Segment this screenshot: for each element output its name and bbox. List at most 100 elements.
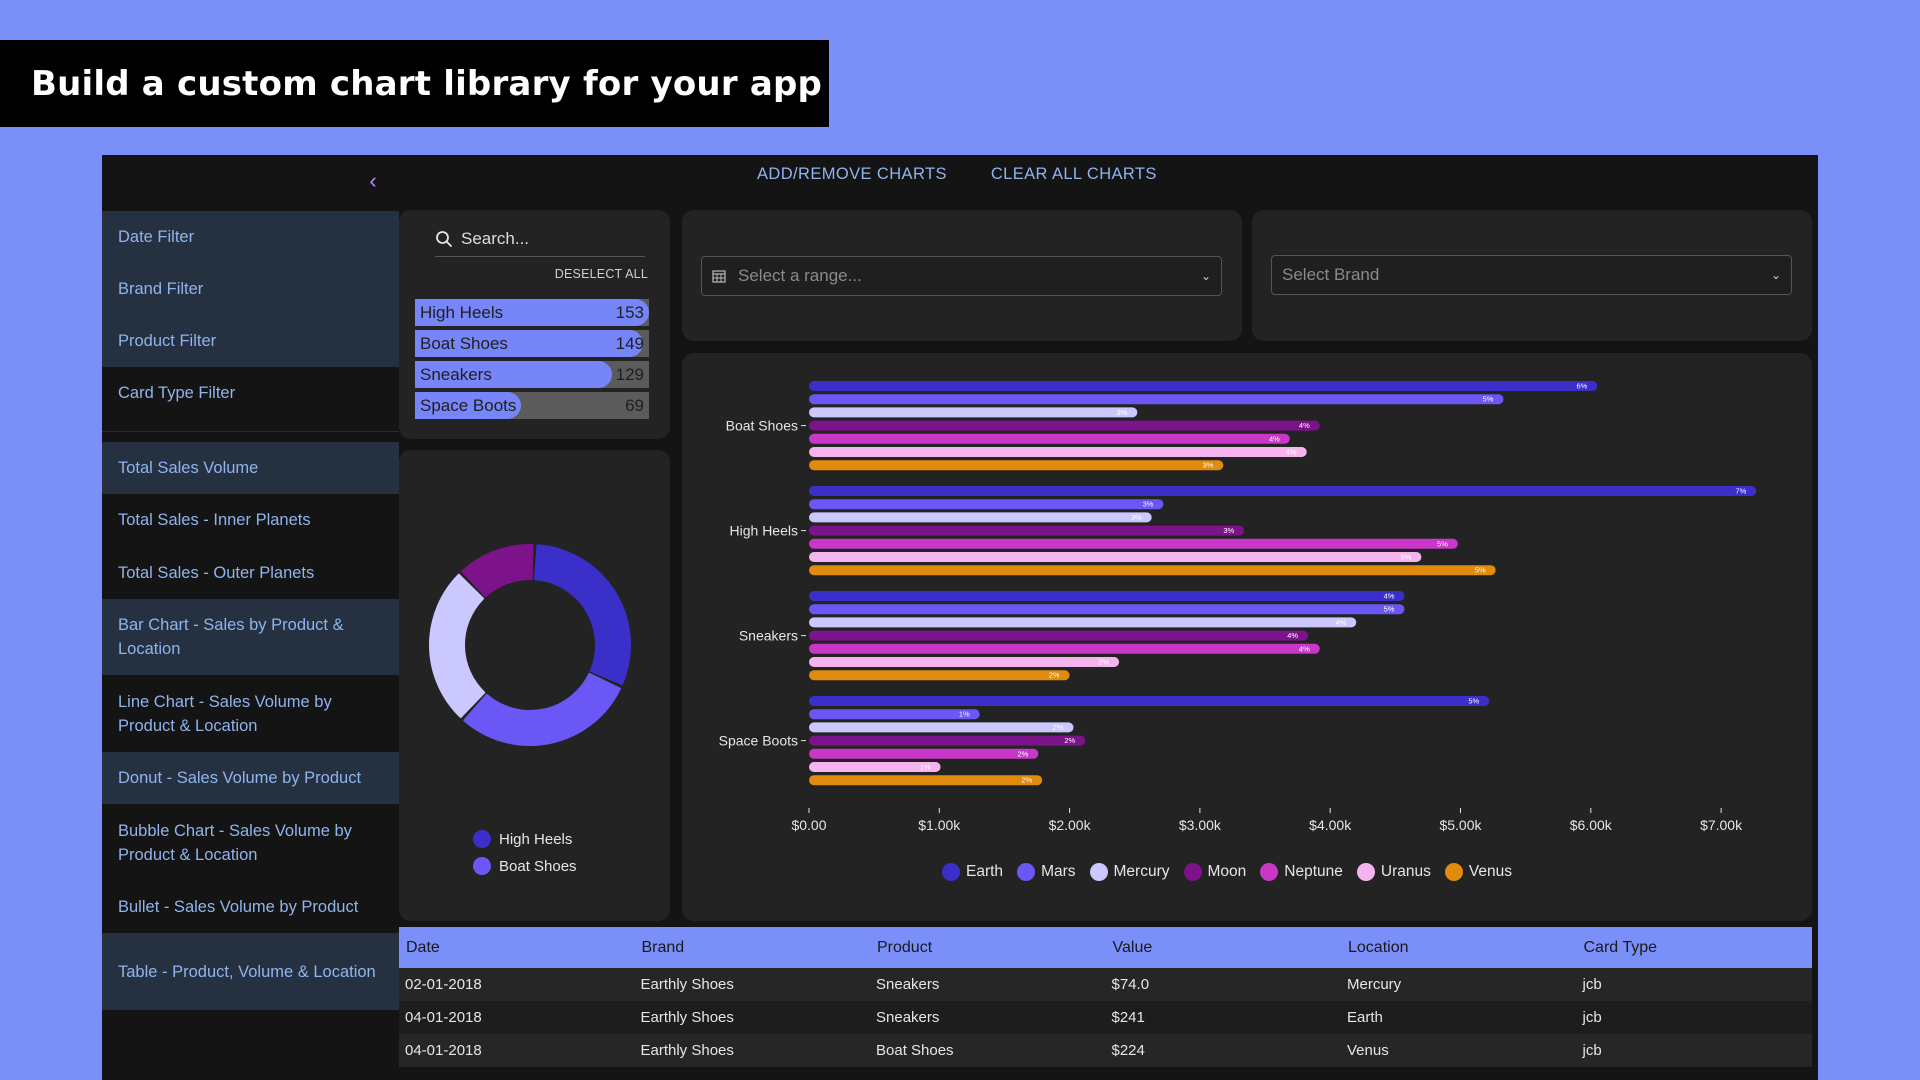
donut-chart bbox=[429, 544, 631, 746]
bar[interactable] bbox=[809, 486, 1757, 496]
bar[interactable] bbox=[809, 447, 1307, 457]
bar[interactable] bbox=[809, 748, 1039, 759]
bar[interactable] bbox=[809, 775, 1043, 786]
product-filter-item[interactable]: Space Boots 69 bbox=[415, 392, 649, 419]
sidebar-item-brand-filter[interactable]: Brand Filter bbox=[102, 263, 399, 315]
donut-segment[interactable] bbox=[533, 544, 631, 686]
legend-label: Earth bbox=[966, 863, 1004, 880]
sidebar-item-card-type-filter[interactable]: Card Type Filter bbox=[102, 367, 399, 419]
sidebar-item-date-filter[interactable]: Date Filter bbox=[102, 211, 399, 263]
bar-value-label: 4% bbox=[1286, 448, 1297, 457]
legend-item[interactable]: Moon bbox=[1183, 863, 1246, 881]
bar[interactable] bbox=[809, 735, 1086, 746]
table-cell: $241 bbox=[1111, 1009, 1145, 1026]
legend-item[interactable]: Mercury bbox=[1089, 863, 1170, 881]
donut-segment[interactable] bbox=[429, 573, 486, 719]
bar[interactable] bbox=[809, 657, 1120, 667]
sidebar-item-total-sales-inner[interactable]: Total Sales - Inner Planets bbox=[102, 494, 399, 546]
date-range-select[interactable]: Select a range... ⌄ bbox=[701, 256, 1222, 296]
search-input[interactable] bbox=[461, 229, 631, 249]
bar[interactable] bbox=[809, 565, 1496, 576]
column-header[interactable]: Date bbox=[399, 939, 635, 957]
legend-item[interactable]: Mars bbox=[1017, 863, 1076, 881]
bar[interactable] bbox=[809, 394, 1504, 405]
table-cell: 04-01-2018 bbox=[405, 1042, 482, 1059]
product-filter-item[interactable]: Boat Shoes 149 bbox=[415, 330, 649, 357]
chevron-left-icon[interactable]: ‹ bbox=[361, 169, 385, 193]
sidebar-item-table[interactable]: Table - Product, Volume & Location bbox=[102, 933, 399, 1010]
hero-banner: Build a custom chart library for your ap… bbox=[0, 40, 829, 127]
y-tick-label: Sneakers bbox=[739, 628, 798, 644]
search-box bbox=[435, 222, 645, 257]
legend-item[interactable]: Neptune bbox=[1260, 863, 1343, 881]
bar[interactable] bbox=[809, 709, 980, 720]
top-actions: ADD/REMOVE CHARTS CLEAR ALL CHARTS bbox=[757, 165, 1157, 184]
x-tick-label: $2.00k bbox=[1049, 817, 1092, 833]
sidebar-item-total-sales-outer[interactable]: Total Sales - Outer Planets bbox=[102, 546, 399, 599]
donut-legend-item[interactable]: Boat Shoes bbox=[473, 857, 577, 875]
bar[interactable] bbox=[809, 617, 1357, 628]
sidebar-item-bullet[interactable]: Bullet - Sales Volume by Product bbox=[102, 881, 399, 933]
bar[interactable] bbox=[809, 538, 1458, 549]
table-cell: 04-01-2018 bbox=[405, 1009, 482, 1026]
bar[interactable] bbox=[809, 525, 1245, 536]
table-row[interactable]: 04-01-2018 Earthly Shoes Sneakers $241 Earth… bbox=[399, 1001, 1812, 1034]
bar[interactable] bbox=[809, 630, 1309, 641]
sidebar-item-label: Total Sales - Inner Planets bbox=[118, 511, 311, 529]
sidebar-item-label: Table - Product, Volume & Location bbox=[118, 962, 376, 981]
bar[interactable] bbox=[809, 460, 1224, 471]
table-row[interactable]: 02-01-2018 Earthly Shoes Sneakers $74.0 Merc… bbox=[399, 968, 1812, 1001]
sidebar-item-product-filter[interactable]: Product Filter bbox=[102, 315, 399, 367]
bar[interactable] bbox=[809, 433, 1290, 444]
donut-segment[interactable] bbox=[463, 672, 621, 746]
bar[interactable] bbox=[809, 670, 1070, 681]
bar[interactable] bbox=[809, 420, 1320, 431]
column-header[interactable]: Product bbox=[870, 939, 1106, 957]
column-header[interactable]: Card Type bbox=[1577, 939, 1813, 957]
bar[interactable] bbox=[809, 696, 1490, 706]
sidebar-item-total-sales-volume[interactable]: Total Sales Volume bbox=[102, 442, 399, 494]
bar[interactable] bbox=[809, 591, 1405, 601]
bar[interactable] bbox=[809, 499, 1164, 510]
brand-select[interactable]: Select Brand ⌄ bbox=[1271, 255, 1792, 295]
bar-value-label: 2% bbox=[1049, 671, 1060, 680]
add-remove-charts-button[interactable]: ADD/REMOVE CHARTS bbox=[757, 165, 947, 184]
product-filter-label: Space Boots bbox=[420, 396, 517, 415]
chevron-down-icon: ⌄ bbox=[1200, 269, 1211, 283]
bar[interactable] bbox=[809, 604, 1405, 615]
y-tick-label: Boat Shoes bbox=[726, 418, 798, 434]
bar-value-label: 4% bbox=[1287, 631, 1298, 640]
table-cell: 02-01-2018 bbox=[405, 976, 482, 993]
sidebar-item-label: Bullet - Sales Volume by Product bbox=[118, 898, 359, 916]
product-filter-label: Boat Shoes bbox=[420, 334, 508, 353]
bar[interactable] bbox=[809, 643, 1320, 654]
legend-dot bbox=[473, 830, 491, 848]
column-header[interactable]: Brand bbox=[635, 939, 871, 957]
legend-item[interactable]: Earth bbox=[942, 863, 1003, 881]
product-filter-label: High Heels bbox=[420, 303, 504, 322]
legend-label: Neptune bbox=[1284, 863, 1343, 880]
bar[interactable] bbox=[809, 381, 1598, 391]
table-cell: Earthly Shoes bbox=[640, 1009, 734, 1026]
bar[interactable] bbox=[809, 512, 1152, 523]
donut-legend-item[interactable]: High Heels bbox=[473, 830, 572, 848]
sidebar-item-donut[interactable]: Donut - Sales Volume by Product bbox=[102, 752, 399, 804]
bar[interactable] bbox=[809, 407, 1138, 418]
legend-item[interactable]: Uranus bbox=[1356, 863, 1431, 881]
product-filter-item[interactable]: High Heels 153 bbox=[415, 299, 649, 326]
product-filter-item[interactable]: Sneakers 129 bbox=[415, 361, 649, 388]
legend-item[interactable]: Venus bbox=[1444, 863, 1512, 881]
table-cell: Sneakers bbox=[876, 1009, 940, 1026]
clear-all-charts-button[interactable]: CLEAR ALL CHARTS bbox=[991, 165, 1157, 184]
table-row[interactable]: 04-01-2018 Earthly Shoes Boat Shoes $224 Ven… bbox=[399, 1034, 1812, 1067]
sidebar-item-bar-chart[interactable]: Bar Chart - Sales by Product & Location bbox=[102, 599, 399, 675]
sidebar-item-line-chart[interactable]: Line Chart - Sales Volume by Product & L… bbox=[102, 675, 399, 752]
column-header[interactable]: Location bbox=[1341, 939, 1577, 957]
legend-dot bbox=[1444, 863, 1463, 881]
sidebar-item-bubble-chart[interactable]: Bubble Chart - Sales Volume by Product &… bbox=[102, 804, 399, 881]
legend-dot bbox=[1356, 863, 1375, 881]
column-header[interactable]: Value bbox=[1106, 939, 1342, 957]
bar[interactable] bbox=[809, 552, 1422, 562]
bar[interactable] bbox=[809, 722, 1074, 733]
deselect-all-button[interactable]: DESELECT ALL bbox=[555, 267, 648, 281]
